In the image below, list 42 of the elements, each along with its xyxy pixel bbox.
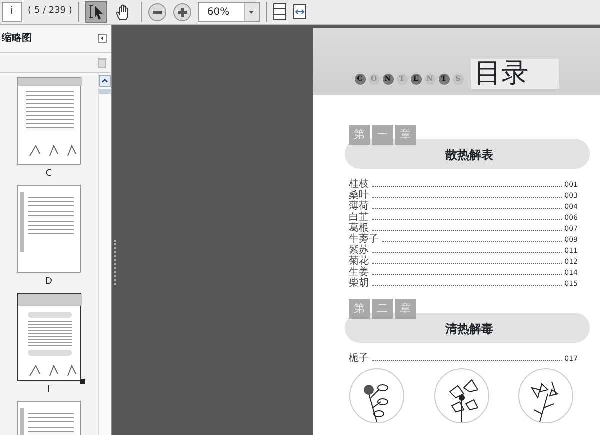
toc-entry: 菊花 (349, 256, 369, 267)
chapter-title: 散热解表 (446, 147, 494, 163)
toc-entry: 牛蒡子 (349, 234, 379, 245)
toc-entry: 生姜 (349, 267, 369, 278)
toc-entry: 紫苏 (349, 245, 369, 256)
toc-entry: 栀子 (349, 353, 369, 364)
flower-drawing (518, 368, 574, 424)
toc-entry: 白芷 (349, 212, 369, 223)
page-thumbnail[interactable] (17, 77, 81, 165)
cursor-icon (87, 3, 106, 21)
toc-entry: 柴胡 (349, 278, 369, 289)
toc-entry: 薄荷 (349, 201, 369, 212)
toc-entry: 桑叶 (349, 190, 369, 201)
page-thumbnail[interactable] (17, 185, 81, 273)
dropdown-caret-icon[interactable] (249, 10, 254, 14)
scroll-up-icon[interactable] (99, 75, 111, 87)
collapse-icon[interactable] (98, 34, 107, 43)
page-count: ( 5 / 239 ) (28, 5, 72, 18)
chapter-tag: 章 (395, 299, 416, 319)
page-label: I (48, 385, 50, 395)
chapter-tag: 章 (395, 125, 416, 145)
chapter-tag: 一 (372, 125, 393, 145)
flower-drawing (434, 368, 490, 424)
fit-page-icon[interactable] (272, 3, 287, 21)
page-label: D (46, 277, 52, 287)
chapter-tag: 第 (349, 299, 370, 319)
page-label: C (46, 169, 52, 179)
chapter-tag: 二 (372, 299, 393, 319)
chapter-title: 清热解毒 (446, 321, 494, 337)
scrollbar-thumb[interactable] (99, 89, 111, 94)
fit-width-icon[interactable] (292, 4, 307, 20)
zoom-out-icon[interactable] (148, 2, 168, 22)
flower-drawing (349, 368, 405, 424)
select-tool-button[interactable] (85, 1, 108, 23)
zoom-in-icon[interactable] (173, 2, 192, 22)
page-heading: 目录 (470, 59, 558, 89)
toc-entry: 桂枝 (349, 179, 369, 190)
chapter-tag: 第 (349, 125, 370, 145)
panel-title: 缩略图 (2, 32, 32, 46)
zoom-field[interactable]: 60% (198, 2, 260, 22)
page-number-field[interactable]: i (2, 2, 22, 22)
toc-entry: 葛根 (349, 223, 369, 234)
